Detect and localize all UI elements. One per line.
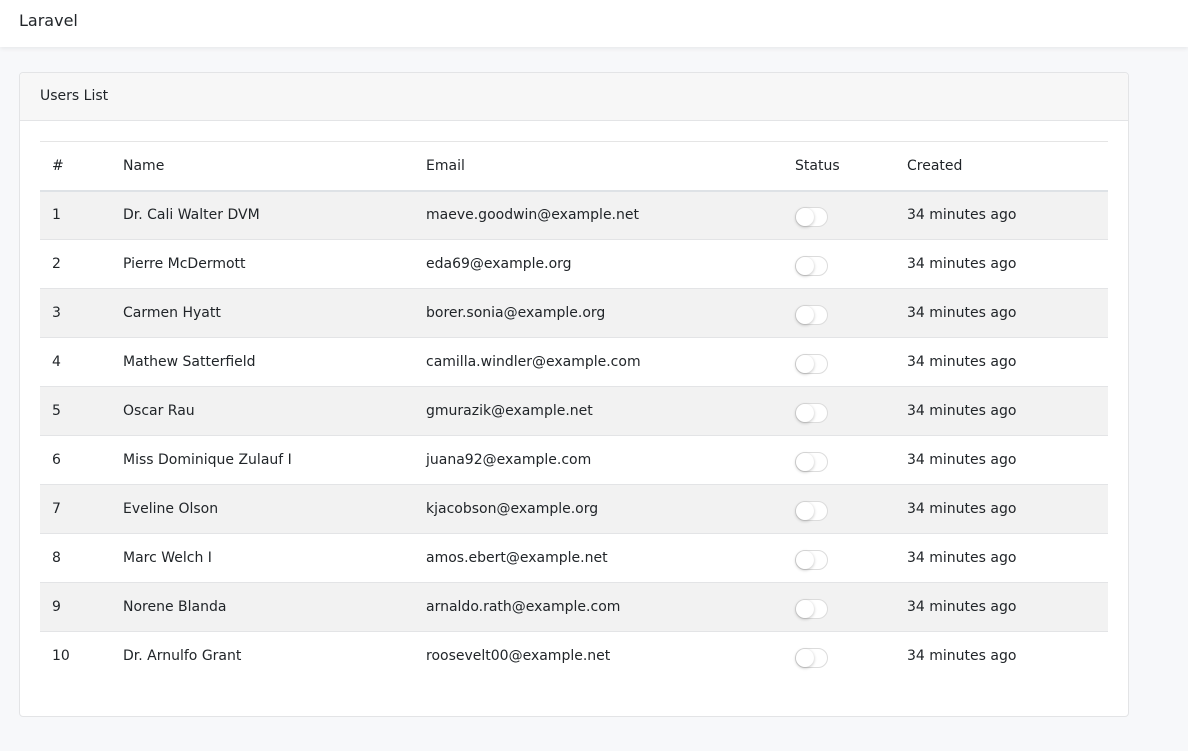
header-email: Email	[426, 157, 465, 174]
cell-number: 4	[52, 354, 61, 370]
table-row: 7 Eveline Olson kjacobson@example.org 34…	[40, 484, 1108, 534]
cell-number: 6	[52, 452, 61, 468]
cell-created: 34 minutes ago	[907, 550, 1017, 566]
card-title: Users List	[20, 73, 1128, 121]
cell-created: 34 minutes ago	[907, 452, 1017, 468]
table-row: 4 Mathew Satterfield camilla.windler@exa…	[40, 338, 1108, 387]
table-row: 6 Miss Dominique Zulauf I juana92@exampl…	[40, 436, 1108, 485]
toggle-knob	[796, 403, 814, 422]
header-created: Created	[907, 157, 963, 174]
cell-email: gmurazik@example.net	[426, 403, 593, 419]
toggle-knob	[796, 501, 814, 520]
cell-email: juana92@example.com	[426, 452, 592, 468]
cell-email: amos.ebert@example.net	[426, 550, 608, 566]
cell-number: 8	[52, 550, 61, 566]
cell-name: Mathew Satterfield	[123, 354, 256, 370]
status-toggle[interactable]	[795, 598, 828, 619]
cell-status	[783, 240, 895, 289]
cell-status	[783, 632, 895, 681]
cell-email: kjacobson@example.org	[426, 501, 599, 517]
brand-link[interactable]: Laravel	[19, 11, 78, 30]
status-toggle[interactable]	[795, 451, 828, 472]
cell-email: eda69@example.org	[426, 256, 572, 272]
cell-status	[783, 338, 895, 387]
table-row: 2 Pierre McDermott eda69@example.org 34 …	[40, 240, 1108, 289]
cell-status	[783, 191, 895, 240]
cell-created: 34 minutes ago	[907, 256, 1017, 272]
toggle-knob	[796, 256, 814, 275]
navbar: Laravel	[0, 0, 1188, 47]
cell-number: 7	[52, 501, 61, 517]
users-table: # Name Email Status Created 1 Dr. Cali W…	[40, 141, 1108, 681]
cell-name: Dr. Cali Walter DVM	[123, 207, 260, 224]
cell-created: 34 minutes ago	[907, 501, 1017, 517]
header-number: #	[52, 157, 64, 174]
cell-created: 34 minutes ago	[907, 403, 1017, 419]
toggle-knob	[796, 648, 814, 667]
table-row: 1 Dr. Cali Walter DVM maeve.goodwin@exam…	[40, 190, 1108, 240]
cell-number: 3	[52, 305, 61, 321]
table-row: 9 Norene Blanda arnaldo.rath@example.com…	[40, 582, 1108, 632]
table-header-row: # Name Email Status Created	[40, 141, 1108, 191]
cell-created: 34 minutes ago	[907, 648, 1017, 665]
cell-email: maeve.goodwin@example.net	[426, 207, 639, 224]
cell-status	[783, 387, 895, 436]
toggle-knob	[796, 354, 814, 373]
cell-name: Miss Dominique Zulauf I	[123, 452, 292, 468]
header-name: Name	[123, 157, 165, 174]
table-row: 5 Oscar Rau gmurazik@example.net 34 minu…	[40, 386, 1108, 436]
cell-name: Oscar Rau	[123, 403, 195, 419]
status-toggle[interactable]	[795, 353, 828, 374]
cell-name: Marc Welch I	[123, 550, 212, 566]
cell-number: 1	[52, 207, 61, 224]
cell-name: Eveline Olson	[123, 501, 219, 517]
toggle-knob	[796, 305, 814, 324]
toggle-knob	[796, 550, 814, 569]
status-toggle[interactable]	[795, 255, 828, 276]
status-toggle[interactable]	[795, 549, 828, 570]
users-card: Users List # Name Email Status Created 1…	[19, 72, 1129, 717]
cell-email: roosevelt00@example.net	[426, 648, 611, 665]
table-row: 3 Carmen Hyatt borer.sonia@example.org 3…	[40, 288, 1108, 338]
status-toggle[interactable]	[795, 402, 828, 423]
cell-status	[783, 485, 895, 534]
header-status: Status	[795, 157, 840, 174]
toggle-knob	[796, 207, 814, 226]
status-toggle[interactable]	[795, 206, 828, 227]
toggle-knob	[796, 599, 814, 618]
cell-status	[783, 436, 895, 485]
cell-name: Pierre McDermott	[123, 256, 246, 272]
cell-name: Carmen Hyatt	[123, 305, 221, 321]
status-toggle[interactable]	[795, 304, 828, 325]
cell-created: 34 minutes ago	[907, 207, 1017, 224]
cell-status	[783, 583, 895, 632]
cell-number: 10	[52, 648, 70, 665]
cell-name: Norene Blanda	[123, 599, 227, 615]
cell-number: 2	[52, 256, 61, 272]
cell-number: 5	[52, 403, 61, 419]
cell-created: 34 minutes ago	[907, 305, 1017, 321]
cell-status	[783, 534, 895, 583]
cell-email: camilla.windler@example.com	[426, 354, 641, 370]
table-row: 8 Marc Welch I amos.ebert@example.net 34…	[40, 534, 1108, 583]
cell-name: Dr. Arnulfo Grant	[123, 648, 242, 665]
cell-status	[783, 289, 895, 338]
cell-created: 34 minutes ago	[907, 354, 1017, 370]
cell-number: 9	[52, 599, 61, 615]
cell-email: arnaldo.rath@example.com	[426, 599, 621, 615]
status-toggle[interactable]	[795, 647, 828, 668]
status-toggle[interactable]	[795, 500, 828, 521]
cell-email: borer.sonia@example.org	[426, 305, 606, 321]
toggle-knob	[796, 452, 814, 471]
table-row: 10 Dr. Arnulfo Grant roosevelt00@example…	[40, 632, 1108, 681]
cell-created: 34 minutes ago	[907, 599, 1017, 615]
